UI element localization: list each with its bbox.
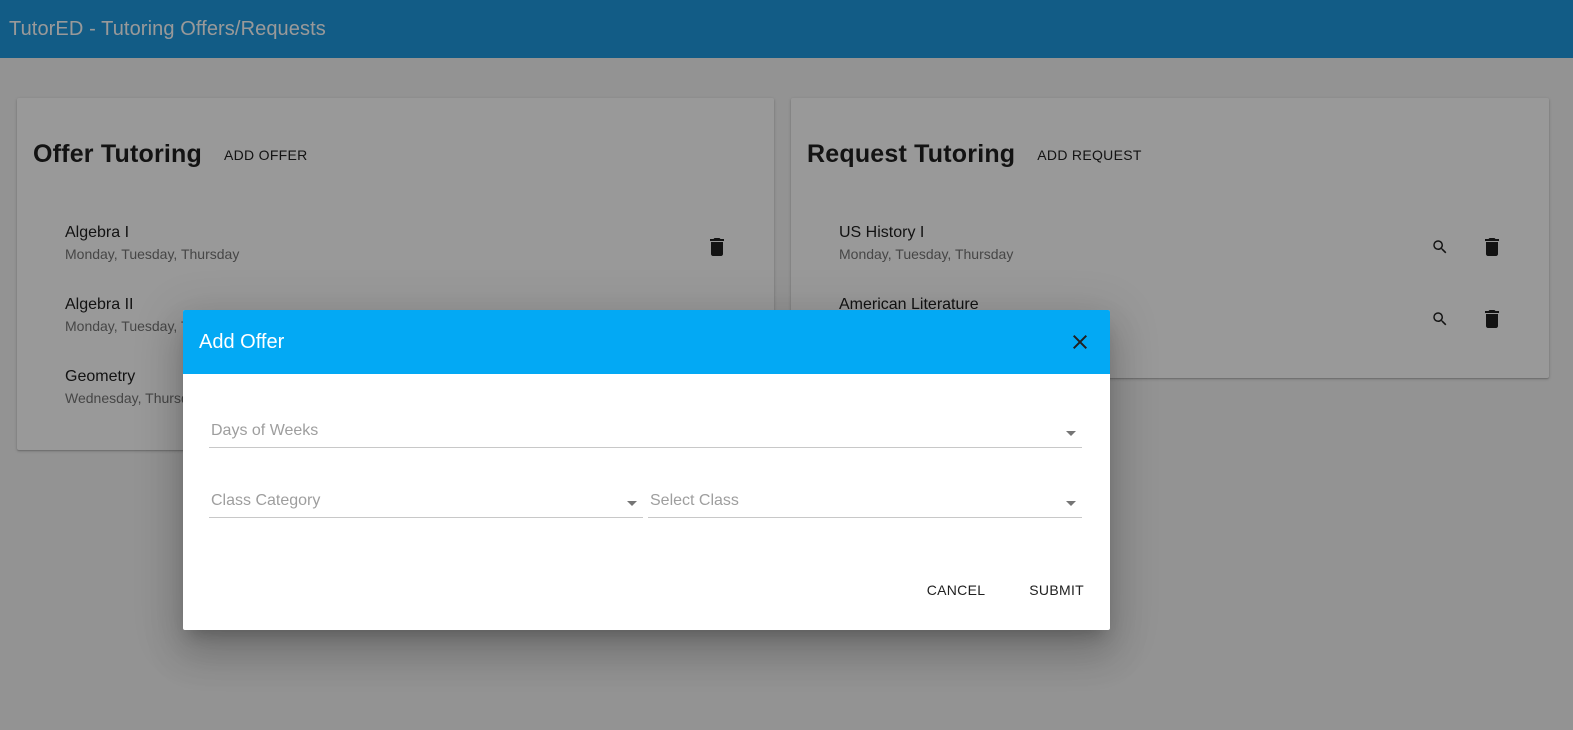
- days-of-week-select[interactable]: Days of Weeks: [209, 418, 1082, 448]
- cancel-button[interactable]: CANCEL: [927, 582, 986, 598]
- arrow-drop-down-icon: [627, 501, 637, 506]
- select-class-select[interactable]: Select Class: [648, 488, 1082, 518]
- arrow-drop-down-icon: [1066, 431, 1076, 436]
- dialog-title: Add Offer: [199, 330, 285, 353]
- class-category-select[interactable]: Class Category: [209, 488, 643, 518]
- class-category-placeholder: Class Category: [211, 492, 321, 509]
- add-offer-dialog: Add Offer Days of Weeks Class Category S…: [183, 310, 1110, 630]
- close-icon[interactable]: [1068, 330, 1092, 354]
- days-of-week-placeholder: Days of Weeks: [211, 422, 319, 439]
- submit-button[interactable]: SUBMIT: [1029, 582, 1084, 598]
- dialog-actions: CANCEL SUBMIT: [927, 582, 1084, 598]
- dialog-header: Add Offer: [183, 310, 1110, 374]
- arrow-drop-down-icon: [1066, 501, 1076, 506]
- select-class-placeholder: Select Class: [650, 492, 739, 509]
